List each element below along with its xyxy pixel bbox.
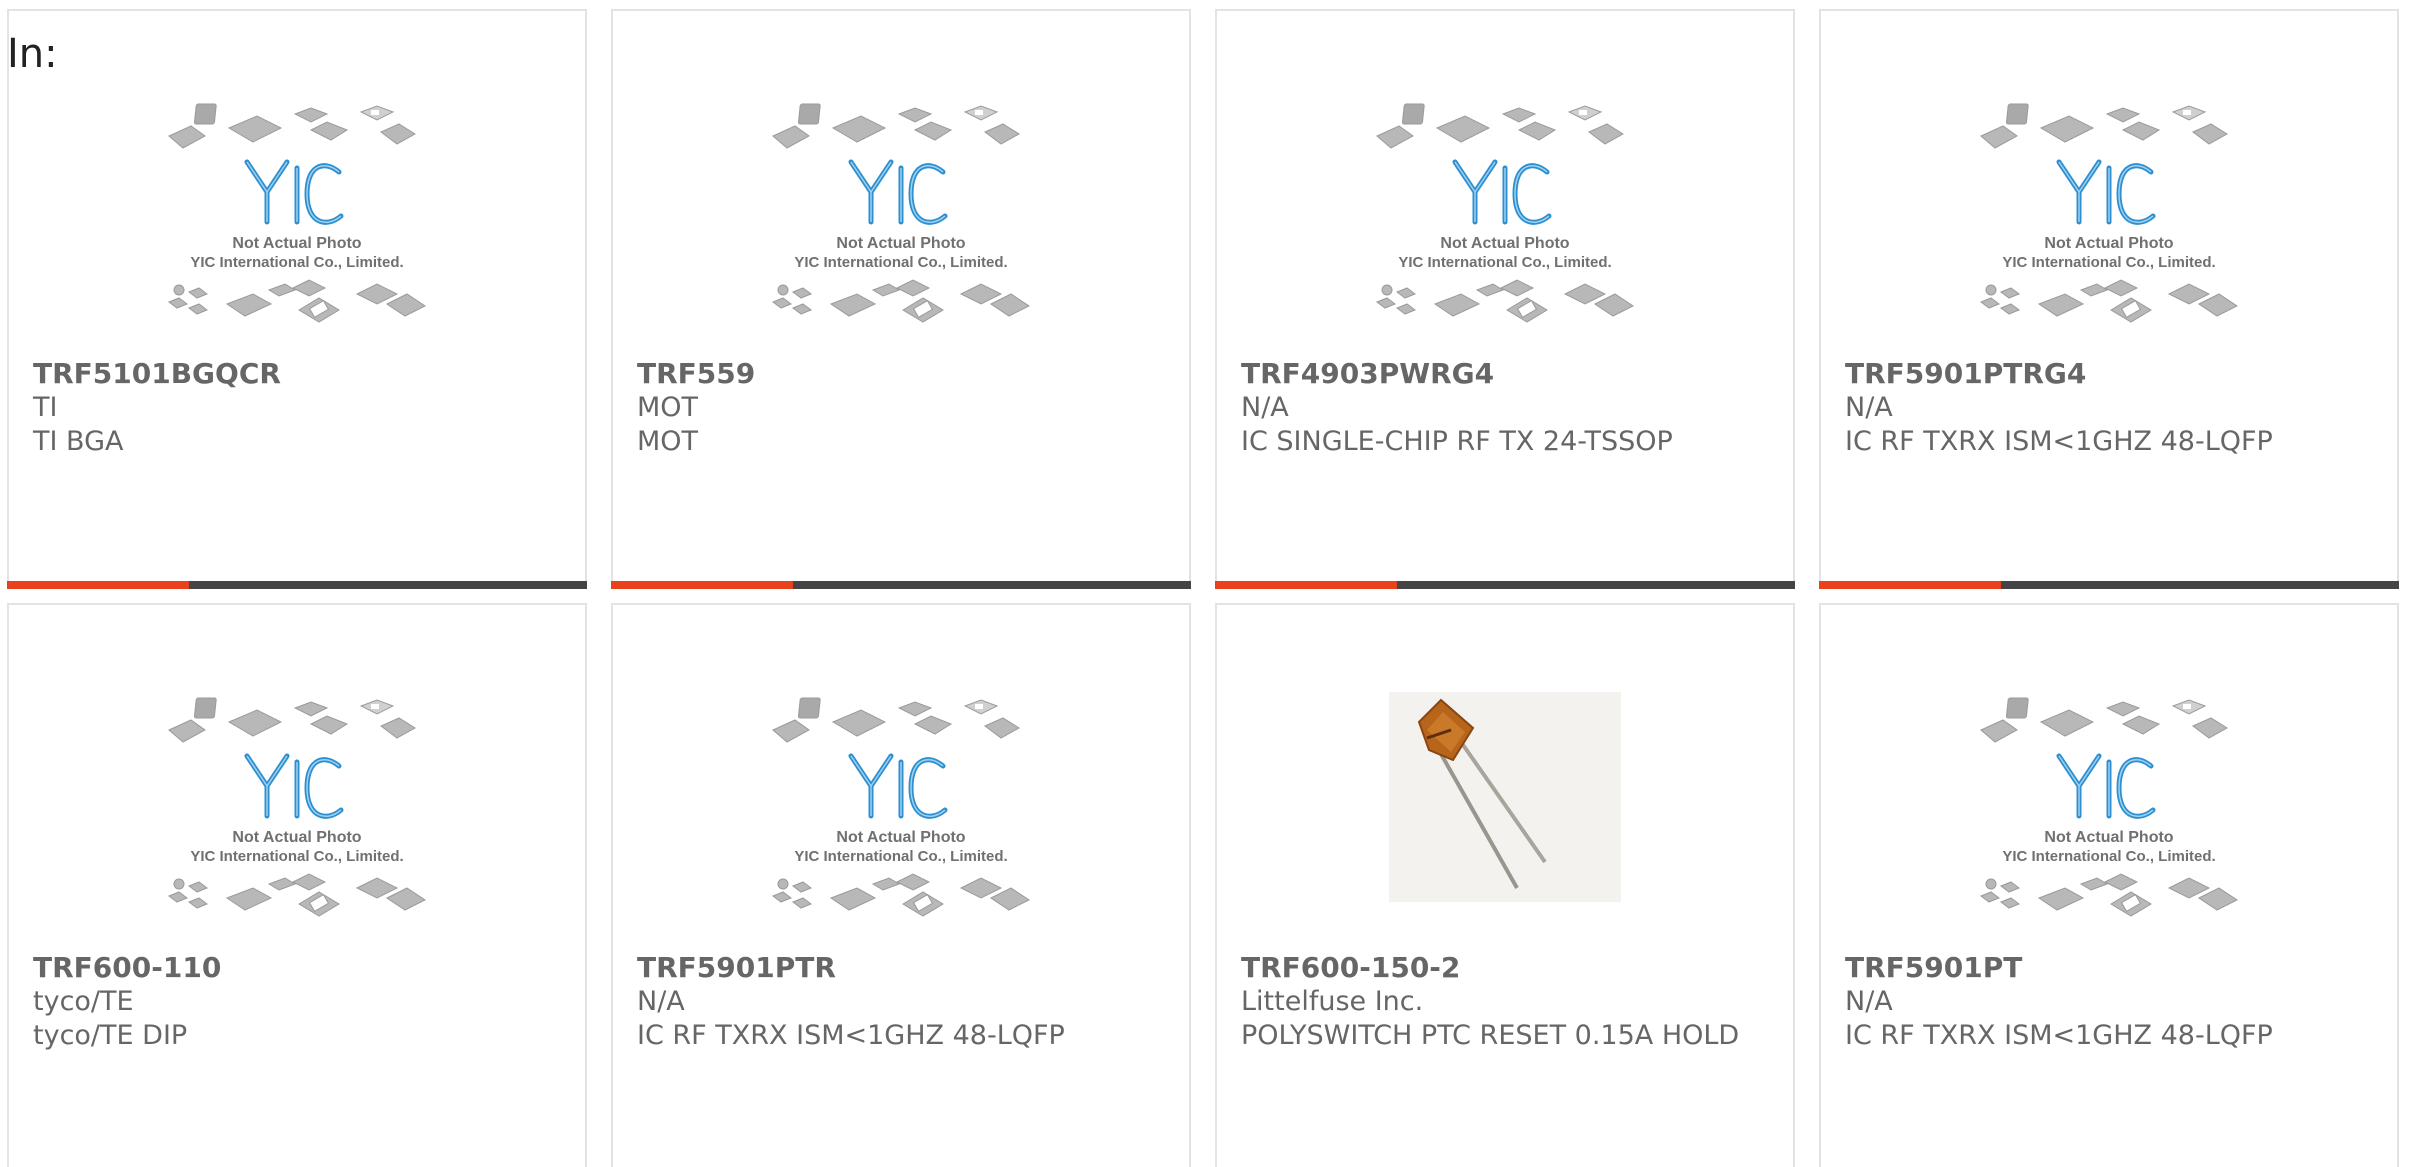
yic-logo-icon (1452, 159, 1552, 225)
manufacturer: N/A (1241, 392, 1289, 423)
product-info: TRF5901PTRG4 N/A IC RF TXRX ISM<1GHZ 48-LQ… (1845, 357, 2381, 459)
card-footer-accent (1819, 581, 2001, 589)
card-footer-bar (1819, 581, 2399, 589)
yic-logo-icon (244, 159, 344, 225)
manufacturer: N/A (1845, 392, 1893, 423)
card-footer-bar (1215, 581, 1795, 589)
manufacturer: N/A (637, 986, 685, 1017)
product-grid: Not Actual Photo YIC International Co., … (7, 9, 2399, 1167)
placeholder-caption-1: Not Actual Photo (836, 829, 965, 846)
card-footer-accent (7, 581, 189, 589)
manufacturer: MOT (637, 392, 699, 423)
product-info: TRF5101BGQCR TI TI BGA (33, 357, 569, 459)
part-number-link[interactable]: TRF600-150-2 (1241, 951, 1777, 985)
product-card[interactable]: Not Actual Photo YIC International Co., … (611, 603, 1191, 1167)
placeholder-caption-2: YIC International Co., Limited. (2002, 848, 2215, 865)
description: IC RF TXRX ISM<1GHZ 48-LQFP (637, 1020, 1065, 1051)
description: tyco/TE DIP (33, 1020, 188, 1051)
yic-logo-icon (2056, 159, 2156, 225)
product-info: TRF600-150-2 Littelfuse Inc. POLYSWITCH PT… (1241, 951, 1777, 1053)
not-actual-photo-placeholder[interactable]: Not Actual Photo YIC International Co., … (1973, 98, 2245, 344)
product-info: TRF4903PWRG4 N/A IC SINGLE-CHIP RF TX 24-T… (1241, 357, 1777, 459)
placeholder-caption-1: Not Actual Photo (1440, 235, 1569, 252)
product-card[interactable]: Not Actual Photo YIC International Co., … (1819, 9, 2399, 589)
product-card[interactable]: Not Actual Photo YIC International Co., … (611, 9, 1191, 589)
part-number-link[interactable]: TRF5901PT (1845, 951, 2381, 985)
manufacturer: TI (33, 392, 58, 423)
yic-logo-icon (848, 753, 948, 819)
part-number-link[interactable]: TRF5901PTRG4 (1845, 357, 2381, 391)
placeholder-caption-2: YIC International Co., Limited. (794, 254, 1007, 271)
part-number-link[interactable]: TRF600-110 (33, 951, 569, 985)
card-footer-accent (611, 581, 793, 589)
not-actual-photo-placeholder[interactable]: Not Actual Photo YIC International Co., … (1369, 98, 1641, 344)
not-actual-photo-placeholder[interactable]: Not Actual Photo YIC International Co., … (765, 98, 1037, 344)
placeholder-caption-2: YIC International Co., Limited. (794, 848, 1007, 865)
manufacturer: tyco/TE (33, 986, 134, 1017)
not-actual-photo-placeholder[interactable]: Not Actual Photo YIC International Co., … (1973, 692, 2245, 938)
card-footer-accent (1215, 581, 1397, 589)
placeholder-caption-1: Not Actual Photo (232, 235, 361, 252)
product-info: TRF600-110 tyco/TE tyco/TE DIP (33, 951, 569, 1053)
not-actual-photo-placeholder[interactable]: Not Actual Photo YIC International Co., … (765, 692, 1037, 938)
product-card[interactable]: Not Actual Photo YIC International Co., … (1819, 603, 2399, 1167)
part-number-link[interactable]: TRF4903PWRG4 (1241, 357, 1777, 391)
part-number-link[interactable]: TRF5901PTR (637, 951, 1173, 985)
placeholder-caption-2: YIC International Co., Limited. (1398, 254, 1611, 271)
manufacturer: N/A (1845, 986, 1893, 1017)
not-actual-photo-placeholder[interactable]: Not Actual Photo YIC International Co., … (161, 692, 433, 938)
placeholder-caption-2: YIC International Co., Limited. (2002, 254, 2215, 271)
product-info: TRF5901PT N/A IC RF TXRX ISM<1GHZ 48-LQFP (1845, 951, 2381, 1053)
placeholder-caption-2: YIC International Co., Limited. (190, 848, 403, 865)
product-card[interactable]: Not Actual Photo YIC International Co., … (7, 603, 587, 1167)
description: IC RF TXRX ISM<1GHZ 48-LQFP (1845, 1020, 2273, 1051)
manufacturer: Littelfuse Inc. (1241, 986, 1424, 1017)
yic-logo-icon (244, 753, 344, 819)
description: IC SINGLE-CHIP RF TX 24-TSSOP (1241, 426, 1673, 457)
product-card[interactable]: Not Actual Photo YIC International Co., … (7, 9, 587, 589)
yic-logo-icon (848, 159, 948, 225)
description: POLYSWITCH PTC RESET 0.15A HOLD (1241, 1020, 1740, 1051)
product-photo[interactable] (1369, 692, 1641, 938)
description: TI BGA (33, 426, 124, 457)
product-listing-page: Not Actual Photo YIC International Co., … (0, 0, 2410, 1167)
card-footer-bar (7, 581, 587, 589)
description: MOT (637, 426, 699, 457)
not-actual-photo-placeholder[interactable]: Not Actual Photo YIC International Co., … (161, 98, 433, 344)
yic-logo-icon (2056, 753, 2156, 819)
page-heading: In: (7, 31, 58, 77)
placeholder-caption-2: YIC International Co., Limited. (190, 254, 403, 271)
product-info: TRF559 MOT MOT (637, 357, 1173, 459)
card-footer-bar (611, 581, 1191, 589)
placeholder-caption-1: Not Actual Photo (2044, 829, 2173, 846)
product-card[interactable]: TRF600-150-2 Littelfuse Inc. POLYSWITCH PT… (1215, 603, 1795, 1167)
description: IC RF TXRX ISM<1GHZ 48-LQFP (1845, 426, 2273, 457)
placeholder-caption-1: Not Actual Photo (836, 235, 965, 252)
part-number-link[interactable]: TRF5101BGQCR (33, 357, 569, 391)
placeholder-caption-1: Not Actual Photo (232, 829, 361, 846)
product-info: TRF5901PTR N/A IC RF TXRX ISM<1GHZ 48-LQFP (637, 951, 1173, 1053)
part-number-link[interactable]: TRF559 (637, 357, 1173, 391)
product-card[interactable]: Not Actual Photo YIC International Co., … (1215, 9, 1795, 589)
placeholder-caption-1: Not Actual Photo (2044, 235, 2173, 252)
